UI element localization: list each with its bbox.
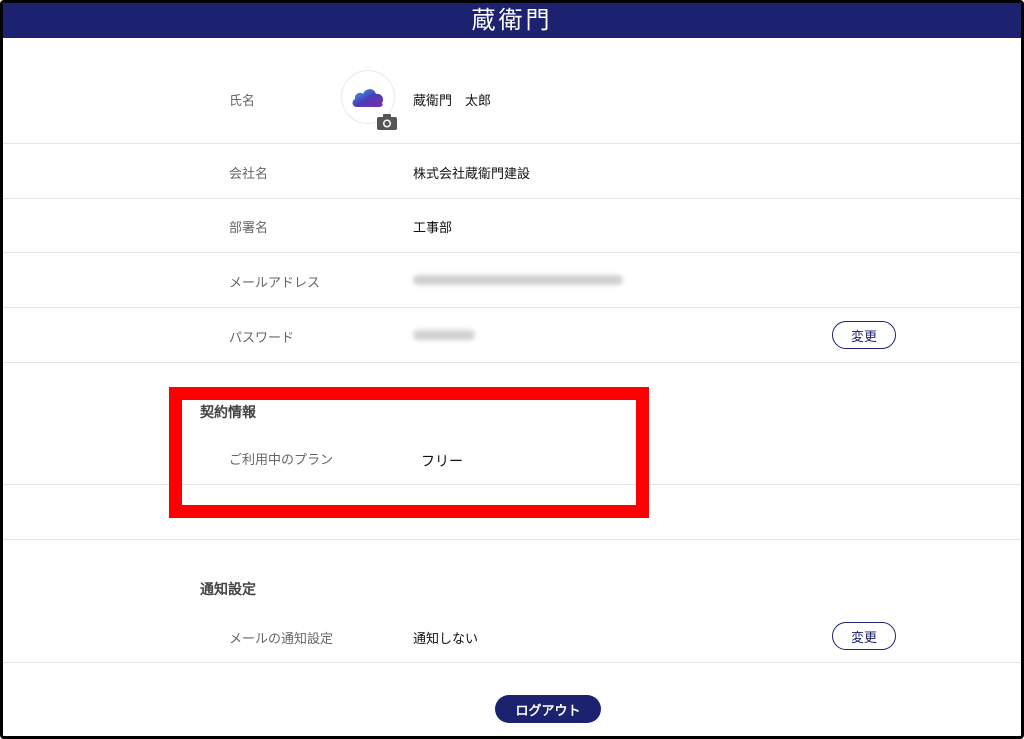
app-logo: 蔵衛門 (471, 6, 553, 34)
app-frame: 蔵衛門 氏名 蔵衛門 太郎 会社名 株式会社蔵衛門建設 部署名 工事部 メールア… (0, 0, 1024, 739)
name-label: 氏名 (229, 94, 256, 109)
logout-button[interactable]: ログアウト (495, 695, 601, 723)
company-label: 会社名 (229, 167, 269, 182)
obscured-value (413, 508, 573, 512)
password-value-blurred (413, 330, 475, 340)
name-value: 蔵衛門 太郎 (413, 94, 492, 109)
profile-row-email: メールアドレス (3, 253, 1021, 308)
profile-row-company: 会社名 株式会社蔵衛門建設 (3, 144, 1021, 199)
cloud-logo-icon (352, 89, 384, 107)
email-label: メールアドレス (229, 276, 321, 291)
plan-value: フリー (421, 454, 463, 470)
email-value-blurred (413, 275, 623, 285)
department-value: 工事部 (413, 221, 453, 236)
app-header: 蔵衛門 (3, 3, 1021, 38)
obscured-label (229, 508, 269, 512)
contract-row-plan: ご利用中のプラン フリー (3, 433, 1021, 485)
password-change-button[interactable]: 変更 (832, 321, 896, 349)
notification-section-title: 通知設定 (200, 582, 256, 598)
plan-label: ご利用中のプラン (229, 453, 334, 468)
notification-change-button[interactable]: 変更 (832, 622, 896, 650)
email-notification-value: 通知しない (413, 632, 479, 647)
camera-icon[interactable] (376, 113, 398, 131)
company-value: 株式会社蔵衛門建設 (413, 167, 531, 182)
profile-row-department: 部署名 工事部 (3, 199, 1021, 253)
email-notification-label: メールの通知設定 (229, 632, 334, 647)
contract-row-obscured (3, 486, 1021, 540)
contract-section-title: 契約情報 (200, 405, 256, 421)
password-label: パスワード (229, 331, 295, 346)
department-label: 部署名 (229, 221, 269, 236)
profile-row-name: 氏名 蔵衛門 太郎 (3, 38, 1021, 144)
